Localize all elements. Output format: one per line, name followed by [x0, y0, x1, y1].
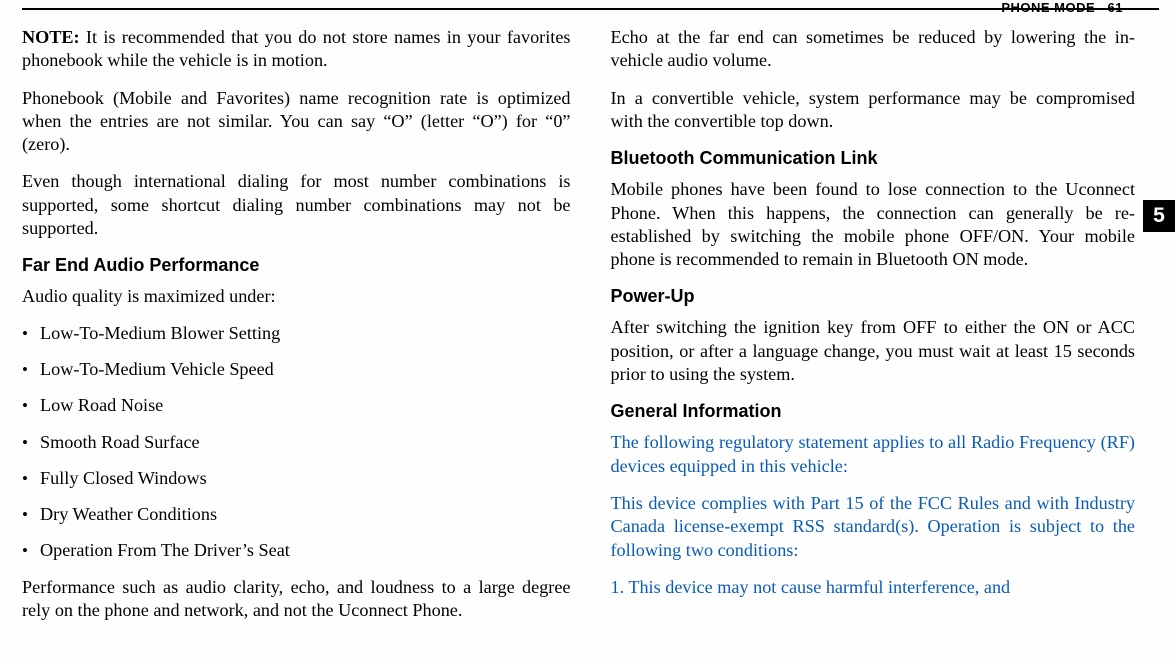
audio-quality-intro: Audio quality is maximized under:	[22, 285, 571, 308]
convertible-para: In a convertible vehicle, system perform…	[611, 87, 1136, 134]
general-info-heading: General Information	[611, 400, 1136, 423]
list-item: Dry Weather Conditions	[22, 503, 571, 526]
powerup-para: After switching the ignition key from OF…	[611, 316, 1136, 386]
list-item: Low-To-Medium Blower Setting	[22, 322, 571, 345]
phonebook-para: Phonebook (Mobile and Favorites) name re…	[22, 87, 571, 157]
page-container: NOTE: It is recommended that you do not …	[0, 0, 1175, 659]
regulatory-intro: The following regulatory statement appli…	[611, 431, 1136, 478]
list-item: Fully Closed Windows	[22, 467, 571, 490]
left-column: NOTE: It is recommended that you do not …	[22, 8, 591, 647]
right-column: Echo at the far end can sometimes be red…	[591, 8, 1160, 647]
powerup-heading: Power-Up	[611, 285, 1136, 308]
audio-quality-list: Low-To-Medium Blower Setting Low-To-Medi…	[22, 322, 571, 563]
list-item: Low Road Noise	[22, 394, 571, 417]
bluetooth-heading: Bluetooth Communication Link	[611, 147, 1136, 170]
list-item: Smooth Road Surface	[22, 431, 571, 454]
note-paragraph: NOTE: It is recommended that you do not …	[22, 26, 571, 73]
bluetooth-para: Mobile phones have been found to lose co…	[611, 178, 1136, 271]
note-label: NOTE:	[22, 27, 80, 47]
note-text: It is recommended that you do not store …	[22, 27, 571, 70]
echo-para: Echo at the far end can sometimes be red…	[611, 26, 1136, 73]
list-item: Operation From The Driver’s Seat	[22, 539, 571, 562]
list-item: Low-To-Medium Vehicle Speed	[22, 358, 571, 381]
fcc-para: This device complies with Part 15 of the…	[611, 492, 1136, 562]
far-end-heading: Far End Audio Performance	[22, 254, 571, 277]
condition-1: 1. This device may not cause harmful int…	[611, 576, 1136, 599]
intl-dialing-para: Even though international dialing for mo…	[22, 170, 571, 240]
performance-para: Performance such as audio clarity, echo,…	[22, 576, 571, 623]
